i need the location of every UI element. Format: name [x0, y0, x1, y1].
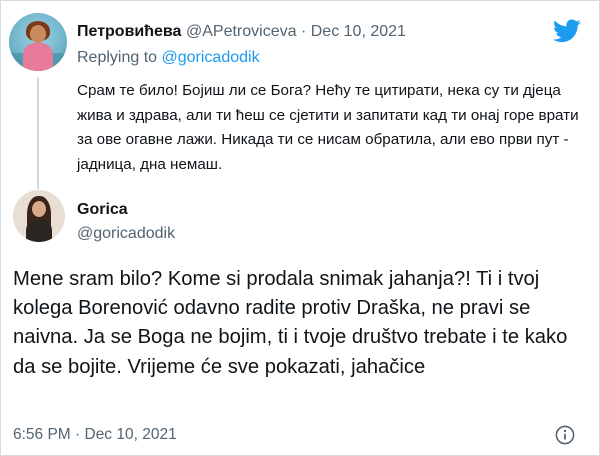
main-tweet-text: Mene sram bilo? Kome si prodala snimak j…	[13, 268, 568, 378]
parent-date[interactable]: Dec 10, 2021	[311, 23, 406, 40]
main-display-name[interactable]: Gorica	[77, 201, 128, 219]
parent-display-name[interactable]: Петровићева	[77, 23, 181, 41]
replying-to-label: Replying to	[77, 49, 158, 66]
avatar-body	[23, 43, 53, 71]
replying-to-link[interactable]: @goricadodik	[162, 49, 260, 66]
avatar-face	[32, 201, 46, 217]
avatar-body	[26, 220, 52, 242]
replying-to-line: Replying to @goricadodik	[77, 49, 260, 67]
avatar[interactable]	[13, 190, 65, 242]
info-icon[interactable]	[555, 425, 575, 445]
tweet-timestamp[interactable]: 6:56 PM · Dec 10, 2021	[13, 426, 177, 444]
tweet-screenshot: Петровићева @APetroviceva · Dec 10, 2021…	[0, 0, 600, 456]
main-handle[interactable]: @goricadodik	[77, 225, 175, 243]
parent-tweet-text: Срам те било! Бојиш ли се Бога? Нећу те …	[77, 82, 579, 173]
parent-handle-and-date[interactable]: @APetroviceva · Dec 10, 2021	[186, 23, 406, 41]
parent-tweet[interactable]: Петровићева @APetroviceva · Dec 10, 2021…	[1, 1, 600, 189]
separator-dot: ·	[300, 23, 307, 40]
thread-line	[37, 77, 39, 189]
avatar[interactable]	[9, 13, 67, 71]
parent-handle[interactable]: @APetroviceva	[186, 23, 297, 40]
avatar-face	[30, 25, 46, 43]
twitter-bird-icon[interactable]	[553, 19, 581, 43]
